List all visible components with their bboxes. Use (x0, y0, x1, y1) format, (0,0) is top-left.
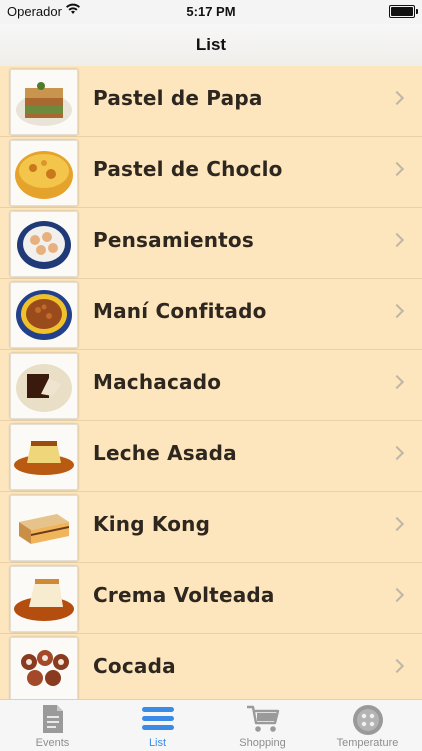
chevron-right-icon (389, 516, 405, 532)
tab-events[interactable]: Events (0, 700, 105, 751)
chevron-right-icon (389, 587, 405, 603)
item-label: Maní Confitado (93, 299, 267, 323)
mani-confitado-photo (10, 282, 78, 348)
dial-icon (352, 705, 383, 735)
cart-icon (246, 705, 279, 732)
page-title: List (195, 35, 227, 54)
item-label: Cocada (93, 654, 176, 678)
clock: 5:17 PM (186, 4, 236, 19)
tab-label: Temperature (336, 737, 399, 749)
recipe-list[interactable]: Pastel de Papa Pastel de Choclo Pensamie… (0, 66, 422, 699)
chevron-right-icon (389, 161, 405, 177)
item-label: Pastel de Choclo (93, 157, 283, 181)
item-label: Leche Asada (93, 441, 237, 465)
item-label: Pastel de Papa (93, 86, 263, 110)
chevron-right-icon (389, 374, 405, 390)
list-item[interactable]: Pastel de Choclo (0, 137, 422, 208)
leche-asada-photo (10, 424, 78, 490)
list-item[interactable]: Crema Volteada (0, 563, 422, 634)
tab-label: Events (35, 737, 70, 749)
list-item[interactable]: Pensamientos (0, 208, 422, 279)
list-item[interactable]: Maní Confitado (0, 279, 422, 350)
pensamientos-photo (10, 211, 78, 277)
tab-shopping[interactable]: Shopping (210, 700, 315, 751)
chevron-right-icon (389, 232, 405, 248)
list-icon (141, 707, 174, 730)
list-item[interactable]: Cocada (0, 634, 422, 699)
crema-volteada-photo (10, 566, 78, 632)
status-bar: Operador 5:17 PM (0, 0, 422, 24)
chevron-right-icon (389, 303, 405, 319)
cocada-photo (10, 637, 78, 699)
item-label: Pensamientos (93, 228, 254, 252)
document-icon (42, 705, 63, 733)
machacado-photo (10, 353, 78, 419)
item-label: Machacado (93, 370, 222, 394)
list-item[interactable]: Pastel de Papa (0, 66, 422, 137)
list-item[interactable]: Leche Asada (0, 421, 422, 492)
tab-bar: Events List Shopping Temperature (0, 699, 422, 751)
item-label: King Kong (93, 512, 211, 536)
chevron-right-icon (389, 445, 405, 461)
tab-temperature[interactable]: Temperature (315, 700, 420, 751)
chevron-right-icon (389, 658, 405, 674)
tab-list[interactable]: List (105, 700, 210, 751)
navigation-bar: List (0, 24, 422, 67)
item-label: Crema Volteada (93, 583, 275, 607)
tab-label: Shopping (239, 737, 286, 749)
king-kong-photo (10, 495, 78, 561)
pastel-de-choclo-photo (10, 140, 78, 206)
chevron-right-icon (389, 90, 405, 106)
tab-label: List (148, 737, 167, 749)
battery-icon (389, 5, 418, 18)
pastel-de-papa-photo (10, 69, 78, 135)
list-item[interactable]: King Kong (0, 492, 422, 563)
list-item[interactable]: Machacado (0, 350, 422, 421)
